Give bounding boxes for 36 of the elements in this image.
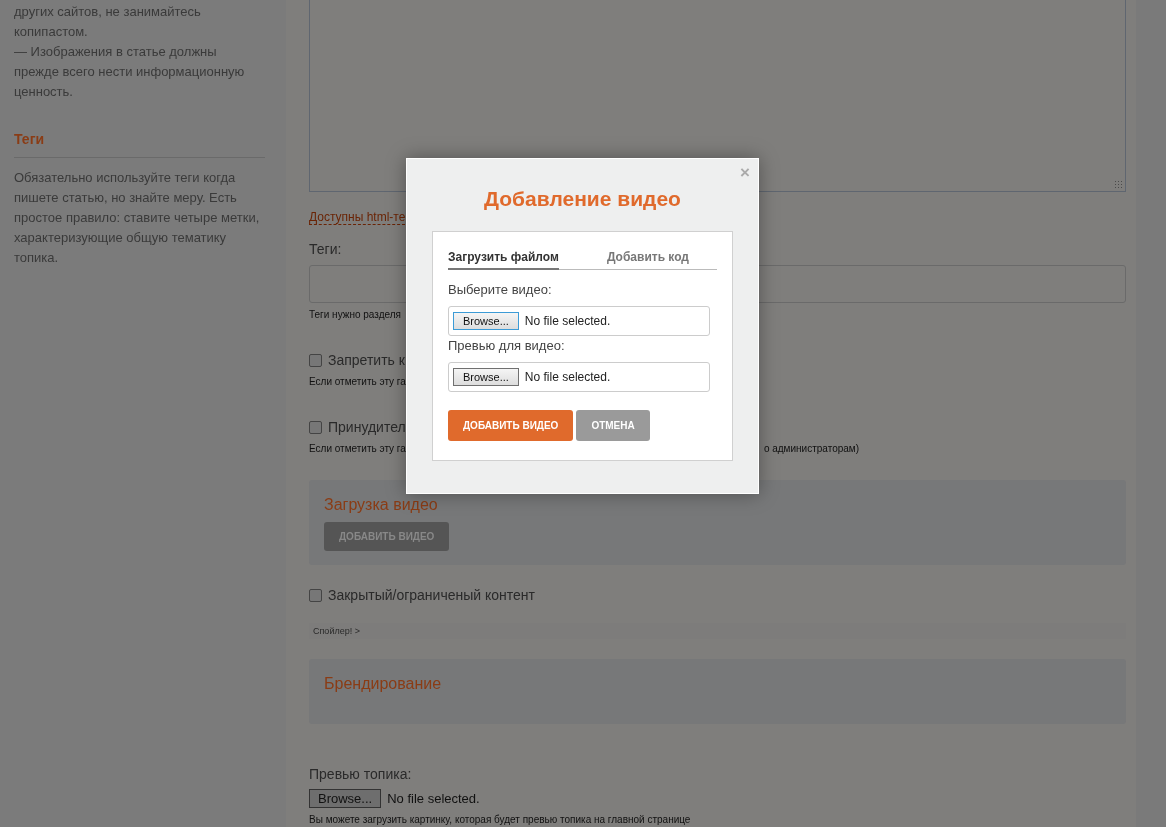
file-status: No file selected.: [387, 791, 480, 806]
tags-label: Теги:: [309, 241, 343, 257]
option-hint: Если отметить эту га: [309, 376, 406, 387]
file-input-field[interactable]: Browse... No file selected.: [448, 306, 710, 336]
tab[interactable]: Загрузить файлом: [448, 250, 559, 270]
panel-title: Брендирование: [324, 675, 443, 693]
sidebar-heading: Теги: [14, 131, 265, 158]
field-label: Превью для видео:: [448, 338, 566, 353]
browse-button[interactable]: Browse...: [309, 789, 382, 808]
panel-title: Загрузка видео: [324, 496, 439, 514]
close-button[interactable]: ×: [740, 163, 750, 183]
checkbox-label: Запретить к: [328, 352, 405, 368]
browse-button[interactable]: Browse...: [453, 368, 519, 386]
sidebar-text: Обязательно используйте теги когда пишете статью, но знайте меру. Есть простое правило: ставите четыре метки, характеризующие общую тематику топика.: [14, 169, 261, 267]
field-label: Выберите видео:: [448, 282, 553, 297]
preview-label: Превью топика:: [309, 766, 413, 782]
checkbox-label: Принудител: [328, 419, 406, 435]
checkbox[interactable]: [309, 588, 322, 602]
option-hint: Если отметить эту га: [309, 443, 406, 454]
cancel-button[interactable]: ОТМЕНА: [576, 410, 650, 441]
dialog-title: Добавление видео: [483, 187, 682, 211]
html-tags-link[interactable]: Доступны html-те: [309, 210, 406, 225]
browse-button[interactable]: Browse...: [453, 312, 519, 330]
file-input-field[interactable]: Browse... No file selected.: [448, 362, 710, 392]
preview-hint: Вы можете загрузить картинку, которая будет превью топика на главной странице: [309, 814, 691, 825]
file-status: No file selected.: [524, 314, 611, 328]
checkbox[interactable]: [309, 420, 322, 434]
checkbox[interactable]: [309, 353, 322, 367]
add-video-button[interactable]: ДОБАВИТЬ ВИДЕО: [448, 410, 574, 441]
option-hint: о администраторам): [763, 443, 860, 454]
tab[interactable]: Добавить код: [578, 250, 717, 270]
sidebar-text: — Изображения в статье должны прежде всего нести информационную ценность.: [14, 43, 246, 101]
sidebar-text: других сайтов, не занимайтесь копипастом.: [14, 3, 202, 41]
file-status: No file selected.: [524, 370, 611, 384]
checkbox-label: Закрытый/ограниченый контент: [328, 587, 535, 603]
tags-hint: Теги нужно разделя: [309, 309, 401, 320]
